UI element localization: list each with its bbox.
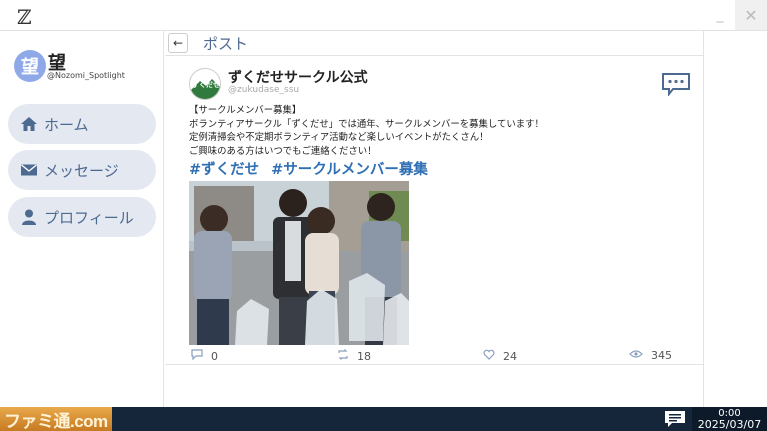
sidebar-item-home[interactable]: ホーム: [8, 104, 156, 144]
sidebar-item-messages[interactable]: メッセージ: [8, 150, 156, 190]
post-stats: 0 18 24 345: [165, 349, 703, 365]
hashtag-link[interactable]: #サークルメンバー募集: [271, 158, 428, 179]
right-pane: [703, 31, 767, 407]
clock-date: 2025/03/07: [697, 418, 762, 431]
envelope-icon: [20, 161, 38, 179]
post-author-handle: @zukudase_ssu: [228, 85, 300, 95]
view-count: 345: [629, 349, 672, 362]
hashtag-list: #ずくだせ #サークルメンバー募集: [189, 158, 428, 179]
page-title: ポスト: [203, 35, 249, 53]
post-body: 【サークルメンバー募集】 ボランティアサークル「ずくだせ」では通年、サークルメン…: [189, 104, 639, 158]
view-count-value: 345: [651, 349, 672, 362]
profile-handle: @Nozomi_Spotlight: [47, 71, 125, 80]
post-body-line: ご興味のある方はいつでもご連絡ください！: [189, 145, 377, 157]
close-button[interactable]: ✕: [735, 0, 767, 30]
home-icon: [20, 115, 38, 133]
post-card: ずくだせ ずくだせサークル公式 @zukudase_ssu 【サークルメンバー募…: [165, 57, 703, 365]
sidebar-item-label: プロフィール: [44, 208, 134, 227]
post-author-avatar[interactable]: ずくだせ: [189, 68, 221, 100]
page-header: ← ポスト: [165, 31, 703, 56]
sidebar-item-label: ホーム: [44, 115, 89, 134]
title-bar: ℤ _ ✕: [0, 0, 767, 31]
post-photo[interactable]: [189, 181, 409, 345]
avatar[interactable]: 望: [14, 50, 46, 82]
eye-icon: [629, 349, 643, 362]
hashtag-link[interactable]: #ずくだせ: [189, 158, 259, 179]
post-body-line: ボランティアサークル「ずくだせ」では通年、サークルメンバーを募集しています！: [189, 118, 544, 130]
like-count[interactable]: 24: [483, 349, 517, 363]
repost-icon: [337, 349, 349, 363]
main-content: ← ポスト ずくだせ ずくだせサークル公式 @zukudase_ssu 【サーク…: [165, 31, 703, 407]
like-count-value: 24: [503, 349, 517, 363]
avatar-text: ずくだせ: [192, 80, 220, 89]
sidebar: 望 望 @Nozomi_Spotlight ホーム メッセージ プロフィール: [0, 31, 164, 407]
reply-icon: [191, 349, 203, 363]
sidebar-item-profile[interactable]: プロフィール: [8, 197, 156, 237]
chat-icon[interactable]: [664, 410, 686, 428]
heart-icon: [483, 349, 495, 363]
system-clock: 0:00 2025/03/07: [692, 407, 767, 431]
person-icon: [20, 208, 38, 226]
app-logo: ℤ: [17, 5, 32, 29]
minimize-button[interactable]: _: [704, 0, 736, 30]
back-button[interactable]: ←: [168, 33, 188, 53]
watermark-logo: ファミ通.com: [0, 407, 112, 431]
post-author-name[interactable]: ずくだせサークル公式: [228, 67, 368, 87]
taskbar: ファミ通.com 0:00 2025/03/07: [0, 407, 767, 431]
comment-icon[interactable]: [661, 72, 691, 100]
sidebar-item-label: メッセージ: [44, 161, 119, 180]
reply-count-value: 0: [211, 349, 218, 363]
post-body-line: 定例清掃会や不定期ボランティア活動など楽しいイベントがたくさん！: [189, 132, 489, 143]
reply-count[interactable]: 0: [191, 349, 218, 363]
post-body-line: 【サークルメンバー募集】: [189, 105, 302, 116]
repost-count[interactable]: 18: [337, 349, 371, 363]
repost-count-value: 18: [357, 349, 371, 363]
